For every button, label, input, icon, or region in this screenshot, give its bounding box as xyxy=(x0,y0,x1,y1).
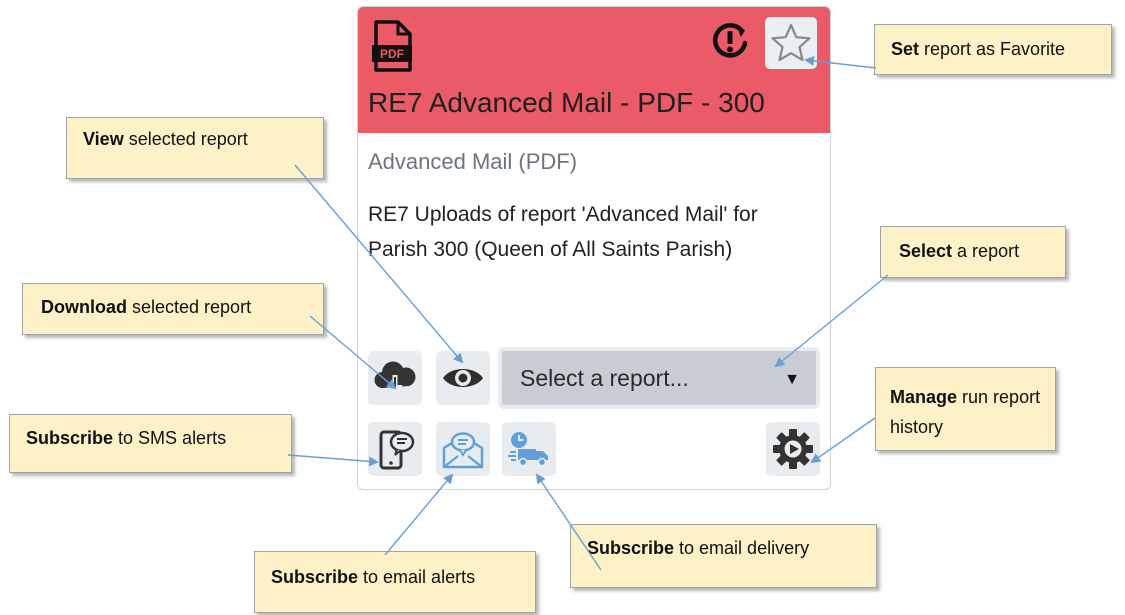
arrow-download xyxy=(309,315,397,390)
arrow-select xyxy=(774,274,889,368)
arrow-sms xyxy=(287,454,379,467)
callout-arrows xyxy=(287,55,889,571)
arrow-favorite xyxy=(804,55,877,69)
arrow-email-alerts xyxy=(384,473,454,556)
arrow-view xyxy=(294,164,464,364)
arrow-manage xyxy=(810,417,876,464)
arrow-email-delivery xyxy=(535,473,602,571)
